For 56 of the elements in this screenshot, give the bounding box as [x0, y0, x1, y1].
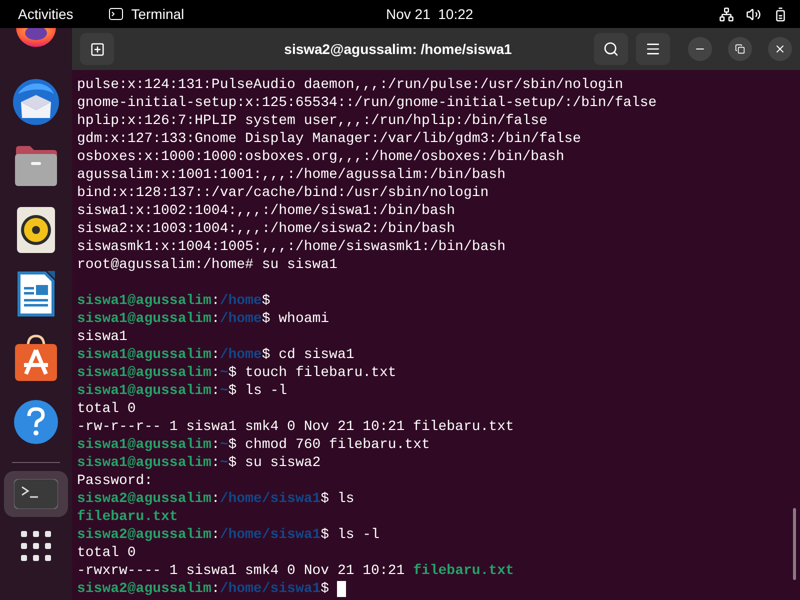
restore-icon [735, 44, 745, 54]
menu-icon [645, 41, 661, 57]
terminal-line: siswa2@agussalim:/home/siswa1$ ls [77, 490, 354, 508]
terminal-line: total 0 [77, 400, 136, 418]
terminal-line: siswa1@agussalim:~$ su siswa2 [77, 454, 321, 472]
new-tab-button[interactable] [80, 33, 114, 65]
shopping-bag-icon[interactable] [14, 334, 58, 382]
activities-button[interactable]: Activities [18, 4, 74, 24]
terminal-line: siswa2@agussalim:/home/siswa1$ ls -l [77, 526, 380, 544]
battery-icon[interactable] [773, 6, 788, 22]
terminal-line: total 0 [77, 544, 136, 562]
window-title: siswa2@agussalim: /home/siswa1 [283, 40, 513, 59]
volume-icon[interactable] [746, 6, 761, 22]
terminal-app-icon [109, 8, 124, 20]
network-icon[interactable] [719, 6, 734, 22]
terminal-line: filebaru.txt [77, 508, 178, 526]
firefox-icon[interactable] [14, 27, 58, 49]
terminal-icon[interactable] [14, 479, 58, 509]
scrollbar[interactable] [793, 508, 796, 580]
terminal-line: siswa1:x:1002:1004:,,,:/home/siswa1:/bin/bash [77, 202, 456, 220]
menu-button[interactable] [636, 33, 670, 65]
mail-bird-icon[interactable] [12, 78, 60, 126]
terminal-line: siswa2@agussalim:/home/siswa1$ [77, 580, 330, 598]
terminal-line: siswa1@agussalim:/home$ cd siswa1 [77, 346, 354, 364]
folder-icon[interactable] [14, 145, 58, 187]
terminal-line: siswasmk1:x:1004:1005:,,,:/home/siswasmk1:/bin/bash [77, 238, 506, 256]
close-button[interactable] [768, 37, 792, 61]
terminal-line: siswa1 [77, 328, 128, 346]
terminal-line: siswa1@agussalim:/home$ [77, 292, 270, 310]
terminal-line: -rwxrw---- 1 siswa1 smk4 0 Nov 21 10:21 filebaru.txt [77, 562, 514, 580]
terminal-line: siswa1@agussalim:~$ ls -l [77, 382, 288, 400]
search-button[interactable] [594, 33, 628, 65]
terminal-line: gdm:x:127:133:Gnome Display Manager:/var/lib/gdm3:/bin/false [77, 130, 582, 148]
terminal-line: osboxes:x:1000:1000:osboxes.org,,,:/home/osboxes:/bin/bash [77, 148, 564, 166]
document-icon[interactable] [17, 271, 55, 317]
terminal-line: agussalim:x:1001:1001:,,,:/home/agussalim:/bin/bash [77, 166, 506, 184]
terminal-line: gnome-initial-setup:x:125:65534::/run/gnome-initial-setup/:/bin/false [77, 94, 657, 112]
clock[interactable]: Nov 21 10:22 [386, 4, 474, 24]
terminal-line: siswa1@agussalim:~$ chmod 760 filebaru.txt [77, 436, 430, 454]
terminal-line: -rw-r--r-- 1 siswa1 smk4 0 Nov 21 10:21 filebaru.txt [77, 418, 514, 436]
maximize-button[interactable] [728, 37, 752, 61]
terminal-line: Password: [77, 472, 153, 490]
terminal-line: siswa1@agussalim:~$ touch filebaru.txt [77, 364, 396, 382]
new-tab-icon [90, 42, 104, 56]
terminal-line: siswa1@agussalim:/home$ whoami [77, 310, 330, 328]
terminal-line: hplip:x:126:7:HPLIP system user,,,:/run/hplip:/bin/false [77, 112, 548, 130]
terminal-line: siswa2:x:1003:1004:,,,:/home/siswa2:/bin/bash [77, 220, 456, 238]
app-grid-icon[interactable] [21, 531, 51, 561]
terminal-line: bind:x:128:137::/var/cache/bind:/usr/sbin/nologin [77, 184, 489, 202]
help-icon[interactable] [14, 400, 58, 444]
search-icon [603, 41, 619, 57]
terminal-line: root@agussalim:/home# su siswa1 [77, 256, 338, 274]
close-icon [774, 43, 786, 55]
app-menu[interactable]: Terminal [131, 4, 184, 24]
speaker-icon[interactable] [17, 207, 55, 253]
terminal-line: pulse:x:124:131:PulseAudio daemon,,,:/run/pulse:/usr/sbin/nologin [77, 76, 624, 94]
